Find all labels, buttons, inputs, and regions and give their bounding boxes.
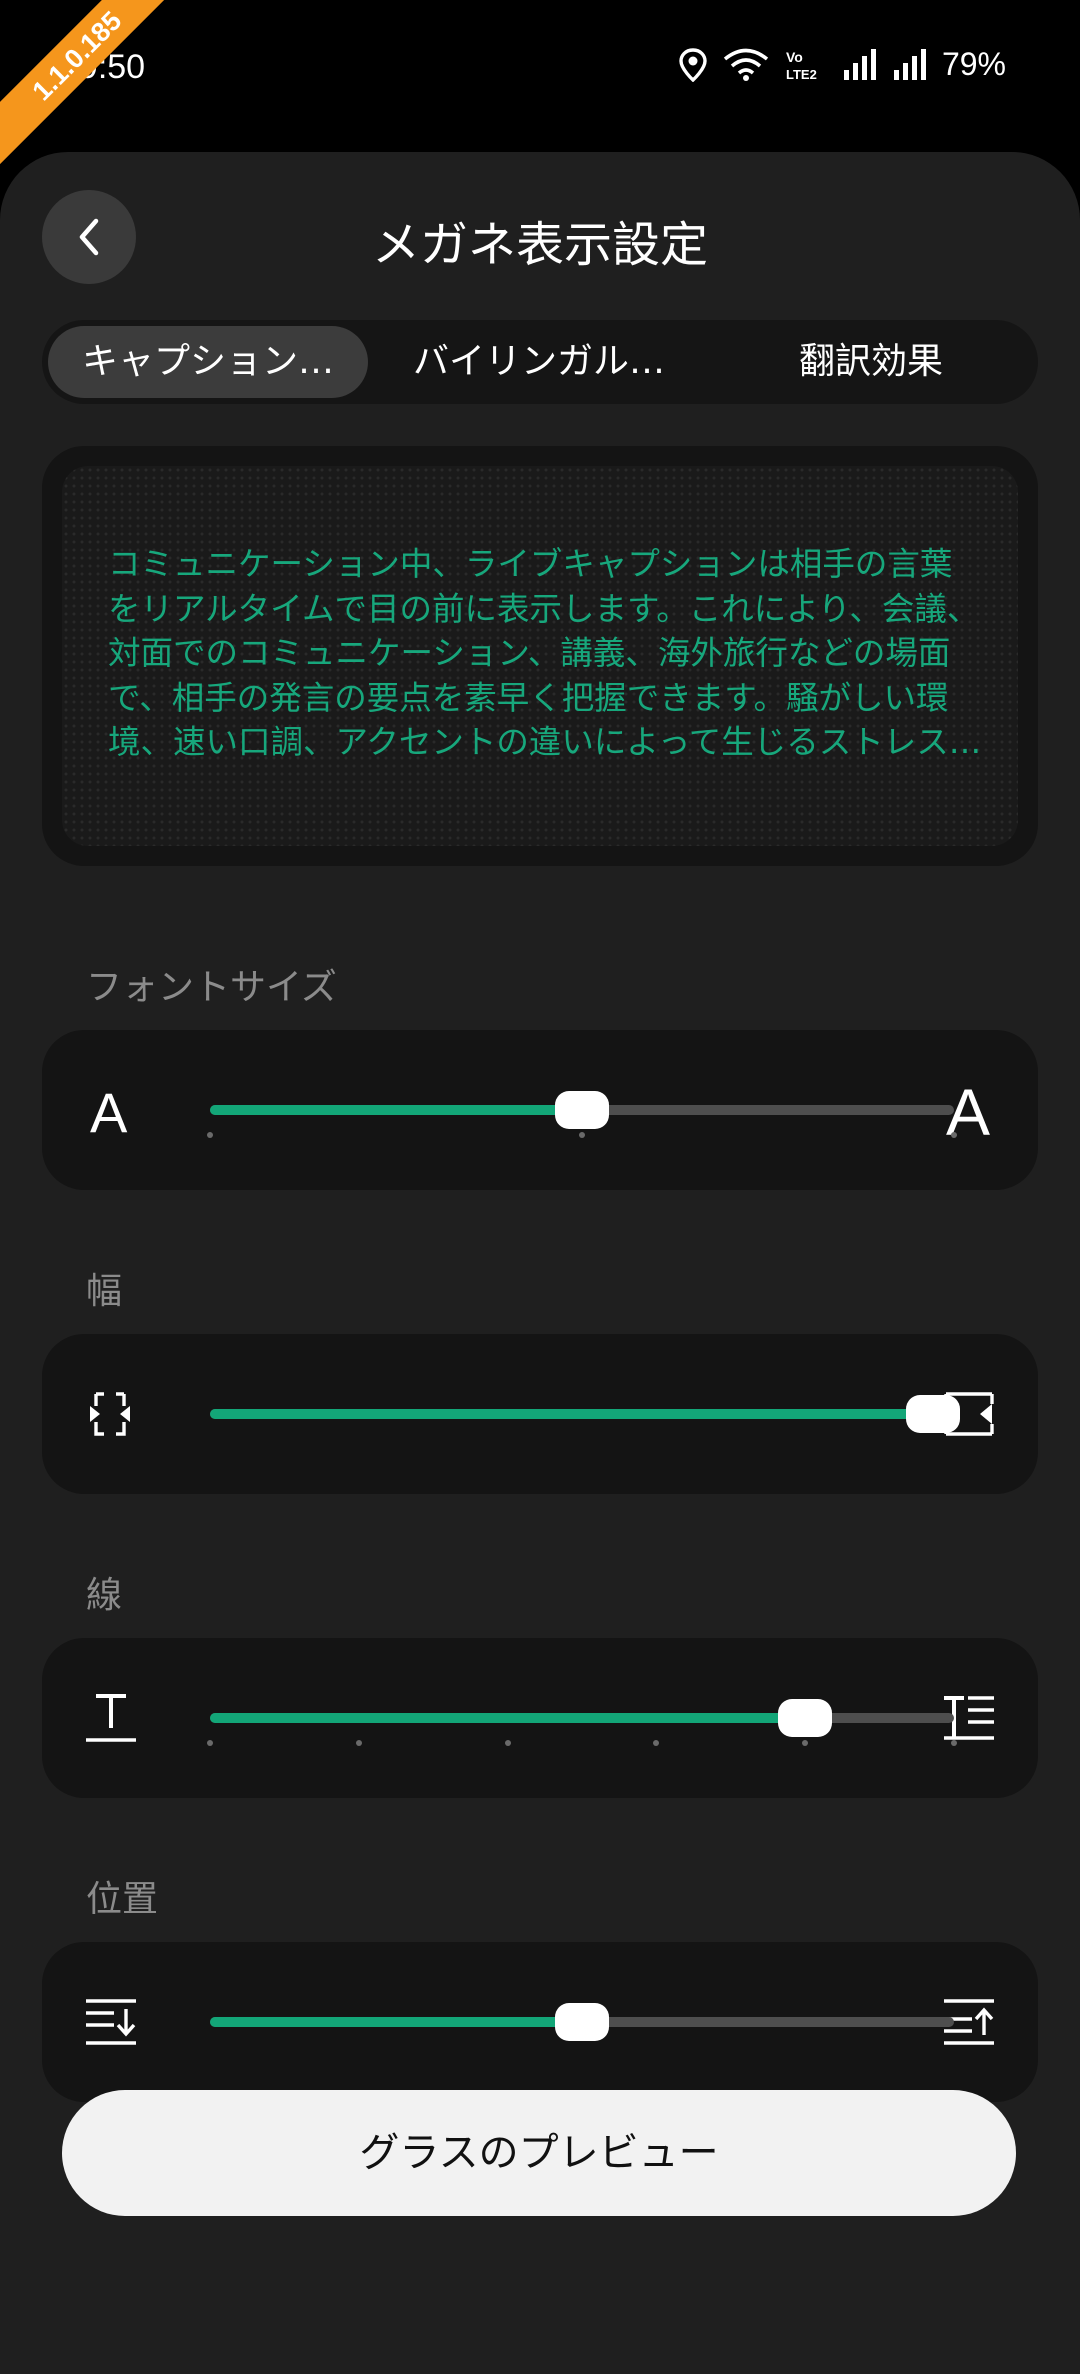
font-size-card: A A [42, 1030, 1038, 1190]
glasses-preview-button[interactable]: グラスのプレビュー [62, 2090, 1016, 2216]
signal-icon [843, 48, 876, 80]
font-size-slider-tick [579, 1132, 585, 1138]
mode-tabs: キャプション… バイリンガル… 翻訳効果 [42, 320, 1038, 404]
location-icon [679, 47, 707, 82]
lines-slider-tick [802, 1740, 809, 1746]
width-slider-thumb[interactable] [906, 1395, 960, 1433]
battery-level: 79% [941, 46, 1006, 82]
width-slider-fill [210, 1409, 954, 1419]
lines-slider-tick [653, 1740, 660, 1746]
lines-slider-thumb[interactable] [778, 1699, 833, 1737]
signal-icon [893, 48, 926, 80]
wifi-icon [723, 48, 769, 81]
position-slider-thumb[interactable] [555, 2003, 609, 2041]
page-title: メガネ表示設定 [371, 217, 708, 273]
preview-caption-text: コミュニケーション中、ライブキャプションは相手の言葉 をリアルタイムで目の前に表… [108, 545, 982, 761]
width-slider[interactable] [42, 1334, 1038, 1494]
font-size-slider-fill [210, 1105, 582, 1115]
lines-card [42, 1638, 1038, 1798]
tab-caption[interactable]: キャプション… [48, 326, 368, 398]
width-card [42, 1334, 1038, 1494]
lines-slider-tick [355, 1740, 362, 1746]
svg-text:Vo: Vo [786, 49, 803, 65]
width-label: 幅 [86, 1271, 123, 1312]
position-slider-fill [210, 2017, 582, 2027]
lines-slider-tick [504, 1740, 511, 1746]
volte-icon: Vo LTE2 [786, 49, 817, 82]
font-size-slider[interactable] [42, 1030, 1038, 1190]
font-size-slider-tick [951, 1132, 957, 1138]
position-slider[interactable] [42, 1942, 1038, 2102]
font-size-slider-thumb[interactable] [555, 1091, 609, 1129]
lines-slider[interactable] [42, 1638, 1038, 1798]
lines-slider-fill [210, 1713, 806, 1723]
tab-bilingual[interactable]: バイリンガル… [374, 326, 704, 398]
lines-slider-tick [951, 1740, 957, 1746]
lines-slider-tick [207, 1740, 213, 1746]
svg-text:LTE2: LTE2 [786, 67, 817, 82]
position-label: 位置 [86, 1879, 159, 1920]
font-size-label: フォントサイズ [86, 967, 337, 1008]
tab-translation-effect[interactable]: 翻訳効果 [710, 326, 1032, 398]
status-bar: 19:50 Vo LTE2 79% [0, 0, 1080, 140]
lines-label: 線 [86, 1575, 123, 1616]
position-card [42, 1942, 1038, 2102]
caption-preview: コミュニケーション中、ライブキャプションは相手の言葉 をリアルタイムで目の前に表… [42, 446, 1038, 866]
font-size-slider-tick [207, 1132, 213, 1138]
status-icons: Vo LTE2 79% [678, 46, 1006, 83]
